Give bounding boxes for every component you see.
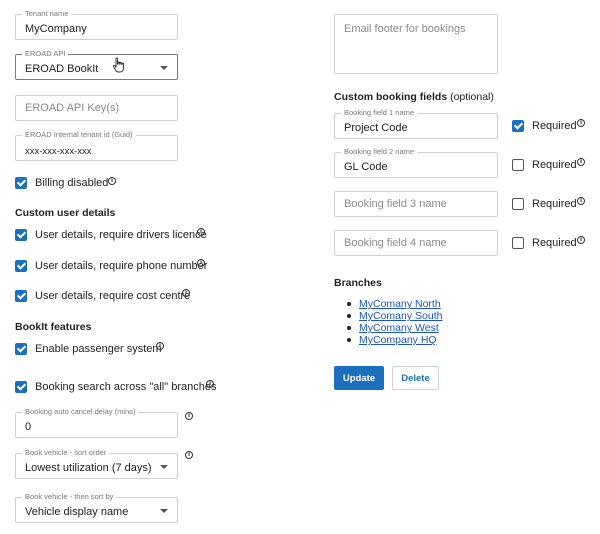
billing-disabled-checkbox[interactable]	[15, 177, 27, 189]
booking-field-1-input[interactable]: Booking field 1 name Project Code	[334, 108, 498, 139]
booking-field-1-required-checkbox[interactable]	[512, 120, 524, 132]
booking-field-4-required-checkbox[interactable]	[512, 237, 524, 249]
bookit-features-heading: BookIt features	[15, 321, 92, 333]
delete-button[interactable]: Delete	[392, 366, 439, 390]
custom-booking-fields-heading: Custom booking fields (optional)	[334, 91, 494, 103]
require-drivers-licence-checkbox[interactable]	[15, 229, 27, 241]
booking-field-2-required-label: Required	[532, 159, 577, 171]
then-sort-by-label: Book vehicle - then sort by	[22, 492, 117, 502]
booking-field-2-required-checkbox[interactable]	[512, 159, 524, 171]
auto-cancel-delay-value: 0	[25, 421, 32, 433]
branch-link-south[interactable]: MyComany South	[359, 310, 442, 322]
enable-passenger-system-checkbox[interactable]	[15, 343, 27, 355]
email-footer-placeholder: Email footer for bookings	[344, 23, 466, 35]
info-icon[interactable]: i	[197, 259, 205, 267]
list-item: MyCompany HQ	[345, 334, 442, 346]
hand-pointer-icon	[112, 57, 125, 73]
booking-field-2-label: Booking field 2 name	[341, 147, 418, 157]
booking-field-3-required-checkbox[interactable]	[512, 198, 524, 210]
enable-passenger-system-label: Enable passenger system	[35, 343, 162, 355]
booking-field-1-label: Booking field 1 name	[341, 108, 418, 118]
info-icon[interactable]: i	[185, 451, 193, 459]
eroad-tenant-id-value: xxx-xxx-xxx-xxx	[25, 146, 92, 157]
booking-field-3-placeholder: Booking field 3 name	[344, 198, 447, 210]
booking-search-all-branches-label: Booking search across "all" branches	[35, 381, 217, 393]
then-sort-by-select[interactable]: Book vehicle - then sort by Vehicle disp…	[15, 492, 178, 523]
info-icon[interactable]: i	[182, 289, 190, 297]
caret-down-icon	[160, 66, 168, 70]
booking-search-all-branches-checkbox[interactable]	[15, 381, 27, 393]
eroad-api-select[interactable]: EROAD API EROAD BookIt	[15, 49, 178, 80]
info-icon[interactable]: i	[206, 380, 214, 388]
require-cost-centre-checkbox[interactable]	[15, 290, 27, 302]
eroad-api-label: EROAD API	[22, 49, 69, 59]
info-icon[interactable]: i	[577, 119, 585, 127]
tenant-name-value: MyCompany	[25, 23, 87, 35]
require-phone-number-label: User details, require phone number	[35, 260, 208, 272]
branch-link-west[interactable]: MyComany West	[359, 322, 439, 334]
branches-list: MyComany North MyComany South MyComany W…	[345, 298, 442, 346]
auto-cancel-delay-label: Booking auto cancel delay (mins)	[22, 407, 139, 417]
billing-disabled-label: Billing disabled	[35, 177, 109, 189]
require-phone-number-checkbox[interactable]	[15, 260, 27, 272]
info-icon[interactable]: i	[577, 158, 585, 166]
require-drivers-licence-label: User details, require drivers licence	[35, 229, 207, 241]
tenant-name-label: Tenant name	[22, 9, 72, 19]
custom-user-details-heading: Custom user details	[15, 207, 116, 219]
booking-field-4-required-label: Required	[532, 237, 577, 249]
update-button[interactable]: Update	[334, 366, 384, 390]
sort-order-value: Lowest utilization (7 days)	[25, 462, 152, 474]
booking-field-2-value: GL Code	[344, 161, 388, 173]
list-item: MyComany North	[345, 298, 442, 310]
eroad-api-value: EROAD BookIt	[25, 63, 99, 75]
info-icon[interactable]: i	[577, 236, 585, 244]
eroad-tenant-id-label: EROAD Internal tenant id (Guid)	[22, 130, 136, 140]
branch-link-north[interactable]: MyComany North	[359, 298, 441, 310]
sort-order-select[interactable]: Book vehicle - sort order Lowest utiliza…	[15, 448, 178, 479]
eroad-tenant-id-field[interactable]: EROAD Internal tenant id (Guid) xxx-xxx-…	[15, 130, 178, 161]
then-sort-by-value: Vehicle display name	[25, 506, 129, 518]
info-icon[interactable]: i	[197, 228, 205, 236]
caret-down-icon	[160, 509, 168, 513]
booking-field-3-required-label: Required	[532, 198, 577, 210]
info-icon[interactable]: i	[108, 177, 116, 185]
branches-heading: Branches	[334, 277, 382, 289]
eroad-api-keys-placeholder: EROAD API Key(s)	[25, 102, 120, 114]
booking-field-4-input[interactable]: Booking field 4 name	[334, 230, 498, 256]
caret-down-icon	[160, 465, 168, 469]
eroad-api-keys-field[interactable]: EROAD API Key(s)	[15, 95, 178, 121]
require-cost-centre-label: User details, require cost centre	[35, 290, 191, 302]
sort-order-label: Book vehicle - sort order	[22, 448, 110, 458]
email-footer-textarea[interactable]: Email footer for bookings	[334, 14, 498, 74]
booking-field-1-value: Project Code	[344, 122, 408, 134]
info-icon[interactable]: i	[577, 197, 585, 205]
branch-link-hq[interactable]: MyCompany HQ	[359, 334, 437, 346]
info-icon[interactable]: i	[156, 342, 164, 350]
custom-booking-fields-optional: (optional)	[450, 91, 494, 103]
booking-field-3-input[interactable]: Booking field 3 name	[334, 191, 498, 217]
info-icon[interactable]: i	[185, 412, 193, 420]
auto-cancel-delay-field[interactable]: Booking auto cancel delay (mins) 0	[15, 407, 178, 438]
tenant-name-field[interactable]: Tenant name MyCompany	[15, 9, 178, 40]
booking-field-4-placeholder: Booking field 4 name	[344, 237, 447, 249]
booking-field-1-required-label: Required	[532, 120, 577, 132]
list-item: MyComany West	[345, 322, 442, 334]
custom-booking-fields-title: Custom booking fields	[334, 91, 448, 103]
booking-field-2-input[interactable]: Booking field 2 name GL Code	[334, 147, 498, 178]
list-item: MyComany South	[345, 310, 442, 322]
